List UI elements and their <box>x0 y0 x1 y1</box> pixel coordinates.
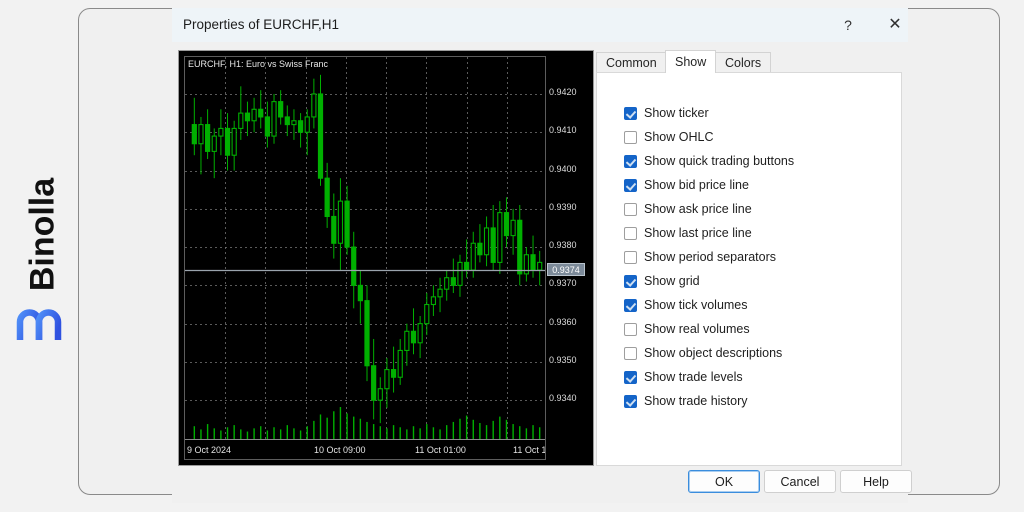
time-axis-tick: 11 Oct 17:00 <box>513 445 546 455</box>
chart-symbol-label: EURCHF, H1: Euro vs Swiss Franc <box>188 59 328 69</box>
checkbox-checked-icon[interactable] <box>624 395 637 408</box>
candlestick-svg <box>185 57 546 460</box>
checkbox-row[interactable]: Show ask price line <box>624 197 889 221</box>
price-axis-tick: 0.9350 <box>549 355 577 365</box>
time-axis-tick: 11 Oct 01:00 <box>415 445 466 455</box>
checkbox-row[interactable]: Show real volumes <box>624 317 889 341</box>
checkbox-checked-icon[interactable] <box>624 179 637 192</box>
checkbox-label: Show grid <box>644 274 700 288</box>
checkbox-unchecked-icon[interactable] <box>624 347 637 360</box>
close-button[interactable]: ✕ <box>872 8 918 42</box>
checkbox-label: Show object descriptions <box>644 346 782 360</box>
checkbox-unchecked-icon[interactable] <box>624 251 637 264</box>
checkbox-row[interactable]: Show bid price line <box>624 173 889 197</box>
price-axis-tick: 0.9410 <box>549 125 577 135</box>
price-axis-tick: 0.9420 <box>549 87 577 97</box>
cancel-button[interactable]: Cancel <box>764 470 836 493</box>
checkbox-label: Show real volumes <box>644 322 750 336</box>
price-axis-tick: 0.9380 <box>549 240 577 250</box>
price-axis-tick: 0.9390 <box>549 202 577 212</box>
dialog-title: Properties of EURCHF,H1 <box>183 17 339 32</box>
help-button[interactable]: Help <box>840 470 912 493</box>
checkbox-label: Show last price line <box>644 226 752 240</box>
chart-plot-area[interactable]: EURCHF, H1: Euro vs Swiss Franc 9 Oct 20… <box>184 56 546 460</box>
checkbox-label: Show trade levels <box>644 370 743 384</box>
price-axis-tick: 0.9370 <box>549 278 577 288</box>
chart-time-axis: 9 Oct 2024 10 Oct 09:00 11 Oct 01:00 11 Oct… <box>185 441 546 460</box>
brand-sidebar: Binolla <box>0 0 78 512</box>
tabstrip: Common Show Colors <box>596 50 902 73</box>
checkbox-unchecked-icon[interactable] <box>624 323 637 336</box>
checkbox-row[interactable]: Show trade levels <box>624 365 889 389</box>
tab-show[interactable]: Show <box>665 50 716 73</box>
price-axis-tick: 0.9360 <box>549 317 577 327</box>
bid-price-label: 0.9374 <box>547 263 585 276</box>
checkbox-checked-icon[interactable] <box>624 299 637 312</box>
show-options-list: Show ticker Show OHLC Show quick trading b… <box>624 101 889 413</box>
time-axis-tick: 10 Oct 09:00 <box>314 445 366 455</box>
checkbox-row[interactable]: Show last price line <box>624 221 889 245</box>
checkbox-label: Show period separators <box>644 250 776 264</box>
tab-content-show: Show ticker Show OHLC Show quick trading b… <box>596 72 902 466</box>
checkbox-checked-icon[interactable] <box>624 155 637 168</box>
price-axis-tick: 0.9400 <box>549 164 577 174</box>
tab-common[interactable]: Common <box>596 52 667 73</box>
ok-button[interactable]: OK <box>688 470 760 493</box>
checkbox-label: Show ticker <box>644 106 709 120</box>
checkbox-row[interactable]: Show grid <box>624 269 889 293</box>
checkbox-label: Show trade history <box>644 394 748 408</box>
binolla-m-logo-icon <box>16 306 62 342</box>
settings-tabpanel: Common Show Colors Show tickerShow OHLCS… <box>596 50 902 466</box>
dialog-footer: OK Cancel Help <box>172 470 908 503</box>
checkbox-checked-icon[interactable] <box>624 371 637 384</box>
checkbox-row[interactable]: Show tick volumes <box>624 293 889 317</box>
checkbox-label: Show ask price line <box>644 202 752 216</box>
checkbox-label: Show OHLC <box>644 130 713 144</box>
chart-preview: EURCHF, H1: Euro vs Swiss Franc 9 Oct 20… <box>178 50 594 466</box>
checkbox-row[interactable]: Show ticker <box>624 101 889 125</box>
checkbox-checked-icon[interactable] <box>624 275 637 288</box>
chart-inner: EURCHF, H1: Euro vs Swiss Franc 9 Oct 20… <box>184 56 588 460</box>
tab-colors[interactable]: Colors <box>715 52 771 73</box>
checkbox-row[interactable]: Show trade history <box>624 389 889 413</box>
checkbox-label: Show quick trading buttons <box>644 154 794 168</box>
checkbox-unchecked-icon[interactable] <box>624 227 637 240</box>
dialog-titlebar: Properties of EURCHF,H1 ? ✕ <box>172 8 908 42</box>
checkbox-label: Show bid price line <box>644 178 749 192</box>
brand-name: Binolla <box>24 145 63 325</box>
checkbox-row[interactable]: Show period separators <box>624 245 889 269</box>
chart-price-axis[interactable]: 0.9420 0.9410 0.9400 0.9390 0.9380 0.9370 0.93… <box>546 56 588 460</box>
checkbox-row[interactable]: Show OHLC <box>624 125 889 149</box>
price-axis-tick: 0.9340 <box>549 393 577 403</box>
checkbox-label: Show tick volumes <box>644 298 748 312</box>
time-axis-tick: 9 Oct 2024 <box>187 445 231 455</box>
help-title-button[interactable]: ? <box>825 8 871 42</box>
properties-dialog: Properties of EURCHF,H1 ? ✕ EURCHF, H1: … <box>172 8 908 503</box>
checkbox-row[interactable]: Show quick trading buttons <box>624 149 889 173</box>
checkbox-unchecked-icon[interactable] <box>624 131 637 144</box>
checkbox-row[interactable]: Show object descriptions <box>624 341 889 365</box>
checkbox-unchecked-icon[interactable] <box>624 203 637 216</box>
checkbox-checked-icon[interactable] <box>624 107 637 120</box>
